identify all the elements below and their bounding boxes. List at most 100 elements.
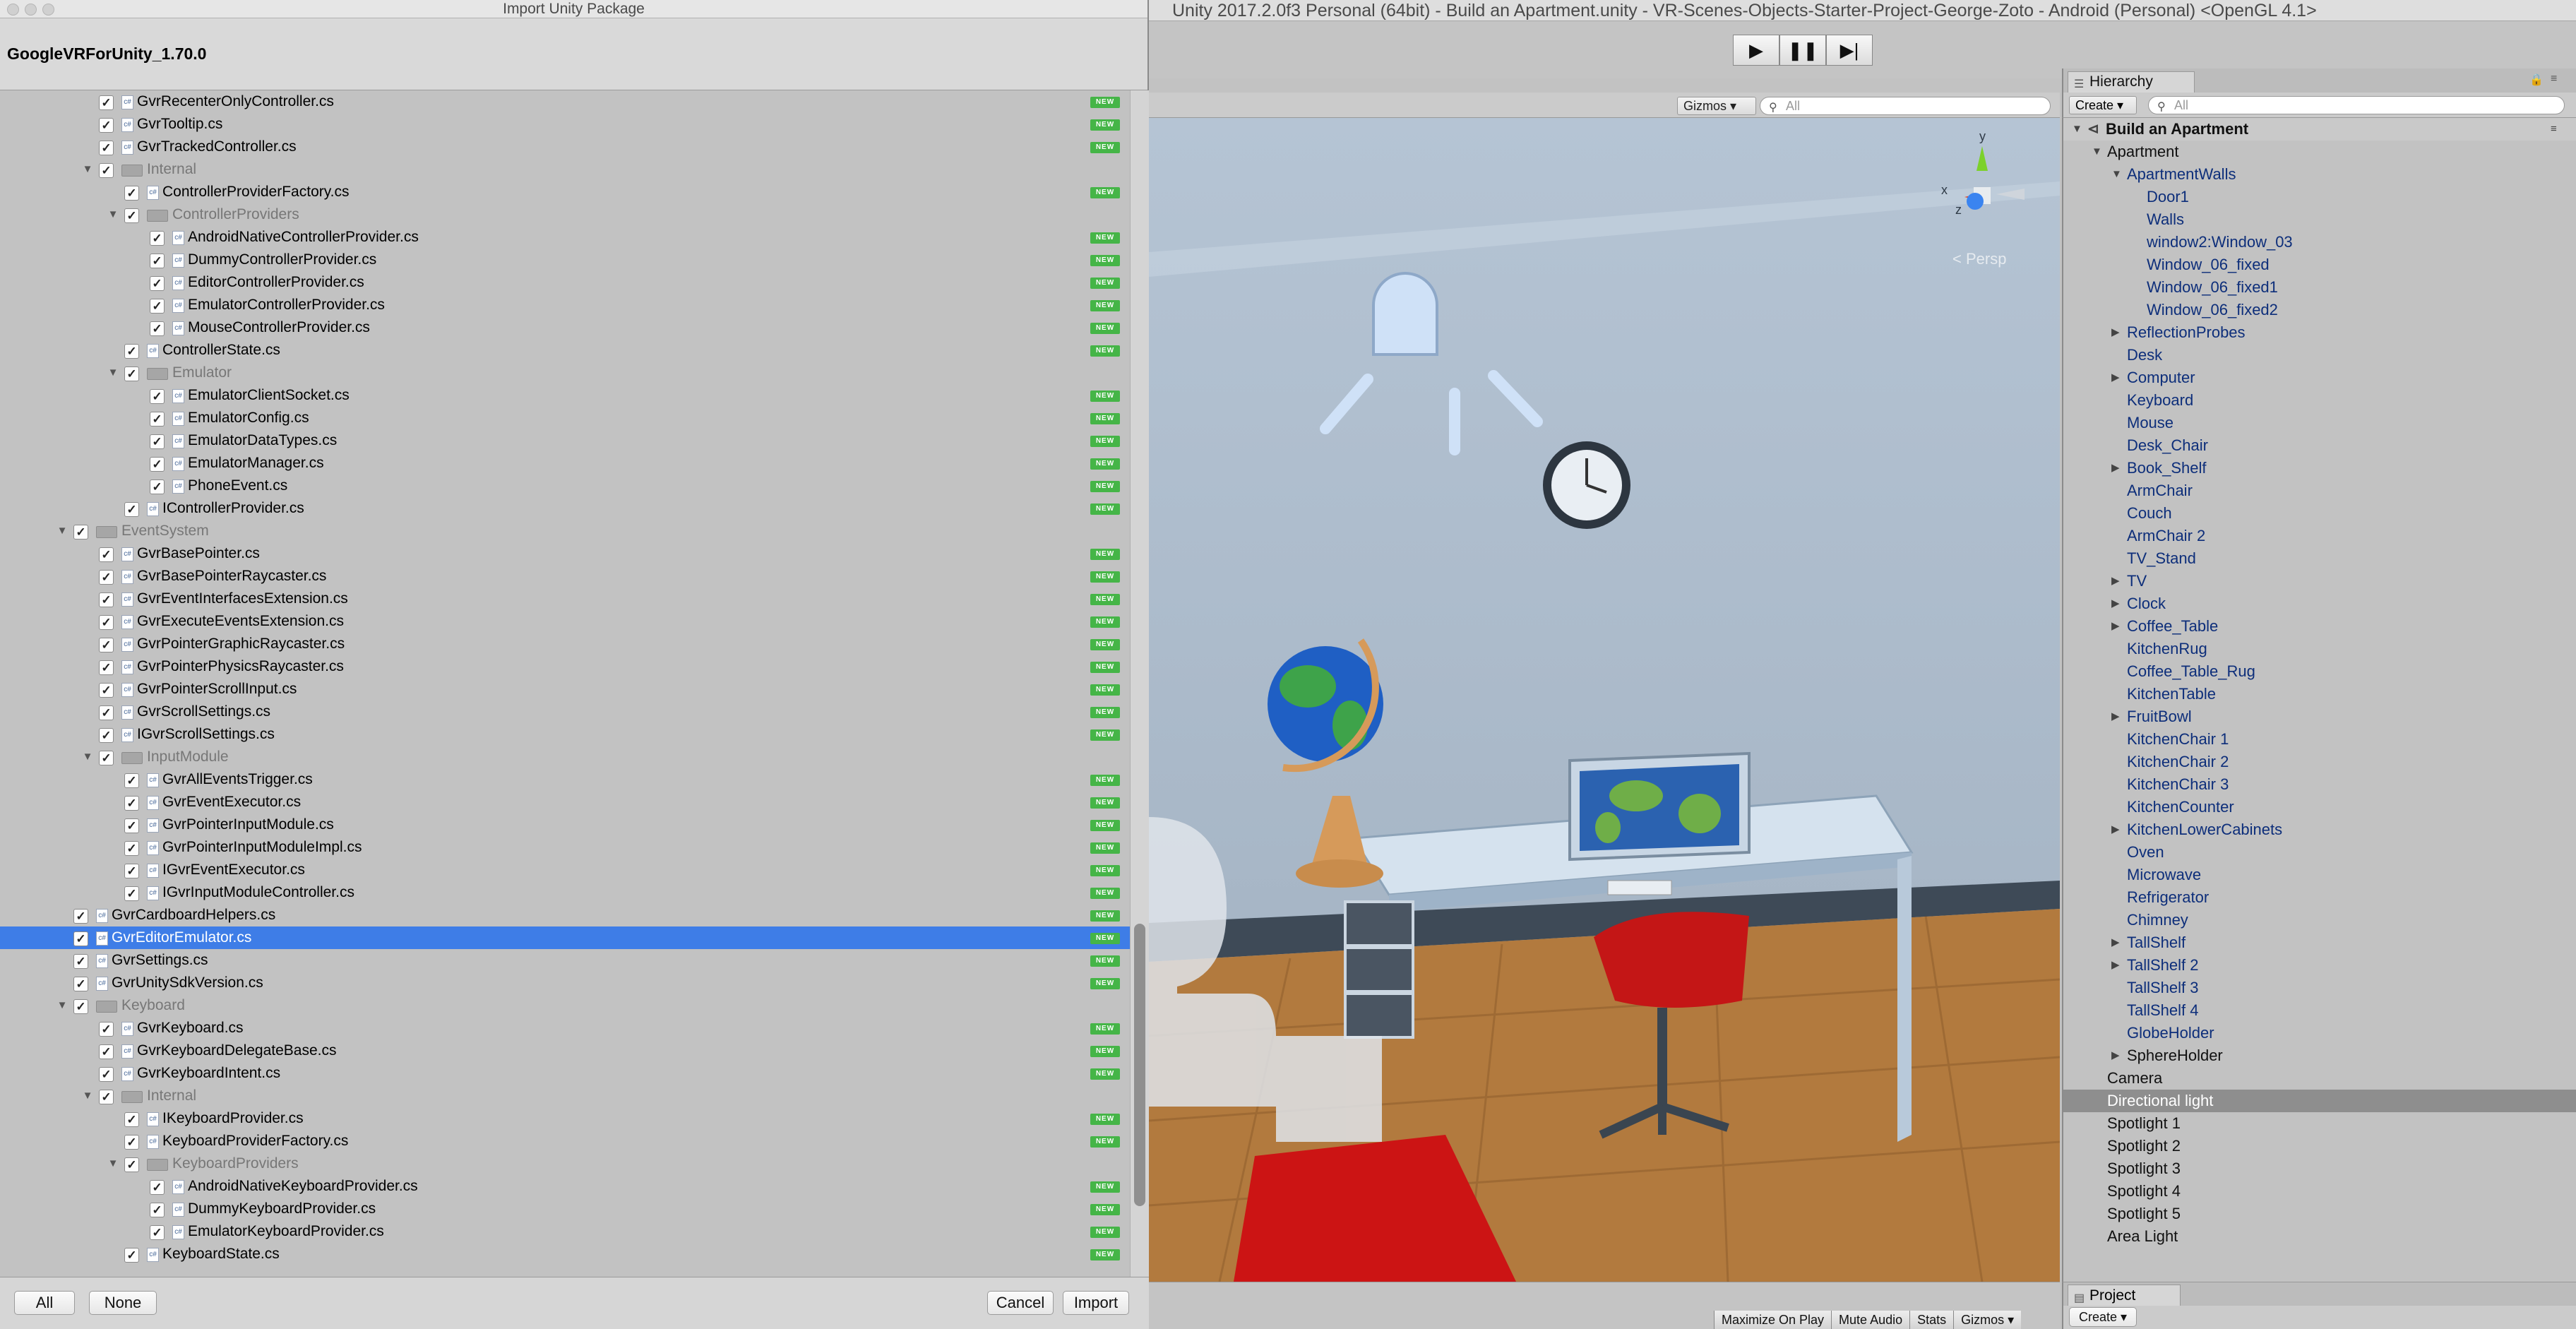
scene-gizmos-dropdown[interactable]: Gizmos ▾ (1677, 97, 1756, 115)
include-checkbox[interactable]: ✓ (99, 728, 114, 743)
hierarchy-object-row[interactable]: ▶ SphereHolder (2063, 1044, 2576, 1067)
tab-hierarchy[interactable]: ☰ Hierarchy (2068, 71, 2195, 93)
hierarchy-object-row[interactable]: KitchenRug (2063, 638, 2576, 660)
hierarchy-object-row[interactable]: Area Light (2063, 1225, 2576, 1248)
expand-arrow-icon[interactable]: ▶ (2111, 954, 2120, 977)
hierarchy-object-row[interactable]: Spotlight 3 (2063, 1157, 2576, 1180)
include-checkbox[interactable]: ✓ (124, 186, 139, 201)
include-checkbox[interactable]: ✓ (124, 366, 139, 381)
pause-button[interactable]: ❚❚ (1779, 35, 1826, 66)
play-button[interactable]: ▶ (1733, 35, 1779, 66)
minimize-window-button[interactable] (25, 4, 37, 16)
scene-search-input[interactable]: ⚲ All (1760, 97, 2051, 115)
hierarchy-object-row[interactable]: Walls (2063, 208, 2576, 231)
hierarchy-object-row[interactable]: Coffee_Table_Rug (2063, 660, 2576, 683)
include-checkbox[interactable]: ✓ (73, 909, 88, 924)
package-file-row[interactable]: ✓ c# GvrPointerScrollInput.cs NEW (0, 678, 1130, 701)
package-file-row[interactable]: ✓ c# IGvrEventExecutor.cs NEW (0, 859, 1130, 881)
hierarchy-object-row[interactable]: KitchenChair 2 (2063, 751, 2576, 773)
dialog-scrollbar-thumb[interactable] (1134, 924, 1145, 1206)
hierarchy-object-row[interactable]: ▼ ApartmentWalls (2063, 163, 2576, 186)
include-checkbox[interactable]: ✓ (150, 1180, 165, 1195)
package-file-row[interactable]: ✓ c# KeyboardState.cs NEW (0, 1243, 1130, 1265)
include-checkbox[interactable]: ✓ (150, 1203, 165, 1217)
package-file-row[interactable]: ✓ c# EmulatorDataTypes.cs NEW (0, 429, 1130, 452)
hierarchy-object-row[interactable]: Mouse (2063, 412, 2576, 434)
expand-arrow-icon[interactable]: ▼ (80, 746, 95, 768)
hierarchy-object-row[interactable]: ▶ TallShelf (2063, 931, 2576, 954)
hierarchy-object-row[interactable]: ▶ Clock (2063, 592, 2576, 615)
hierarchy-object-row[interactable]: ▶ TV (2063, 570, 2576, 592)
cancel-button[interactable]: Cancel (987, 1291, 1054, 1315)
hierarchy-object-row[interactable]: KitchenTable (2063, 683, 2576, 705)
expand-arrow-icon[interactable]: ▶ (2111, 457, 2120, 479)
hierarchy-object-row[interactable]: Refrigerator (2063, 886, 2576, 909)
package-file-row[interactable]: ✓ c# GvrEditorEmulator.cs NEW (0, 926, 1130, 949)
include-checkbox[interactable]: ✓ (99, 1022, 114, 1037)
expand-arrow-icon[interactable]: ▼ (80, 1085, 95, 1107)
hierarchy-object-row[interactable]: ▶ Book_Shelf (2063, 457, 2576, 479)
hierarchy-object-row[interactable]: Spotlight 2 (2063, 1135, 2576, 1157)
hierarchy-object-row[interactable]: Oven (2063, 841, 2576, 864)
scene-view-viewport[interactable]: y x z < Persp (1149, 118, 2060, 1282)
include-checkbox[interactable]: ✓ (73, 954, 88, 969)
package-file-row[interactable]: ✓ c# GvrBasePointerRaycaster.cs NEW (0, 565, 1130, 588)
collapse-arrow-icon[interactable]: ▼ (2092, 141, 2102, 163)
package-file-row[interactable]: ✓ c# GvrPointerGraphicRaycaster.cs NEW (0, 633, 1130, 655)
zoom-window-button[interactable] (42, 4, 54, 16)
package-file-row[interactable]: ✓ c# GvrKeyboardDelegateBase.cs NEW (0, 1039, 1130, 1062)
dialog-scrollbar[interactable] (1130, 90, 1149, 1277)
hierarchy-object-row[interactable]: TV_Stand (2063, 547, 2576, 570)
close-window-button[interactable] (7, 4, 19, 16)
package-file-row[interactable]: ✓ c# MouseControllerProvider.cs NEW (0, 316, 1130, 339)
include-checkbox[interactable]: ✓ (124, 502, 139, 517)
include-checkbox[interactable]: ✓ (99, 615, 114, 630)
hierarchy-object-row[interactable]: TallShelf 3 (2063, 977, 2576, 999)
include-checkbox[interactable]: ✓ (73, 999, 88, 1014)
include-checkbox[interactable]: ✓ (150, 254, 165, 268)
package-file-row[interactable]: ✓ c# GvrKeyboardIntent.cs NEW (0, 1062, 1130, 1085)
package-file-row[interactable]: ✓ c# GvrPointerInputModuleImpl.cs NEW (0, 836, 1130, 859)
expand-arrow-icon[interactable]: ▼ (55, 520, 69, 542)
hierarchy-object-row[interactable]: Door1 (2063, 186, 2576, 208)
package-file-row[interactable]: ✓ c# GvrEventInterfacesExtension.cs NEW (0, 588, 1130, 610)
hierarchy-object-row[interactable]: window2:Window_03 (2063, 231, 2576, 254)
expand-arrow-icon[interactable]: ▶ (2111, 321, 2120, 344)
package-folder-row[interactable]: ▼ ✓ EventSystem (0, 520, 1130, 542)
hierarchy-search-input[interactable]: ⚲ All (2148, 96, 2565, 114)
include-checkbox[interactable]: ✓ (99, 95, 114, 110)
include-checkbox[interactable]: ✓ (99, 705, 114, 720)
include-checkbox[interactable]: ✓ (99, 141, 114, 155)
include-checkbox[interactable]: ✓ (150, 231, 165, 246)
package-file-row[interactable]: ✓ c# IGvrInputModuleController.cs NEW (0, 881, 1130, 904)
collapse-arrow-icon[interactable]: ▼ (2072, 118, 2082, 141)
include-checkbox[interactable]: ✓ (124, 1112, 139, 1127)
include-checkbox[interactable]: ✓ (150, 434, 165, 449)
hierarchy-object-row[interactable]: Keyboard (2063, 389, 2576, 412)
include-checkbox[interactable]: ✓ (150, 457, 165, 472)
package-file-row[interactable]: ✓ c# EditorControllerProvider.cs NEW (0, 271, 1130, 294)
mute-audio-toggle[interactable]: Mute Audio (1831, 1311, 1910, 1329)
hierarchy-object-row[interactable]: KitchenChair 1 (2063, 728, 2576, 751)
expand-arrow-icon[interactable]: ▶ (2111, 931, 2120, 954)
package-file-row[interactable]: ✓ c# DummyControllerProvider.cs NEW (0, 249, 1130, 271)
include-checkbox[interactable]: ✓ (150, 299, 165, 314)
hierarchy-object-row[interactable]: ▶ KitchenLowerCabinets (2063, 818, 2576, 841)
package-file-row[interactable]: ✓ c# EmulatorManager.cs NEW (0, 452, 1130, 475)
hierarchy-object-row[interactable]: TallShelf 4 (2063, 999, 2576, 1022)
import-button[interactable]: Import (1063, 1291, 1129, 1315)
include-checkbox[interactable]: ✓ (99, 118, 114, 133)
package-folder-row[interactable]: ▼ ✓ Internal (0, 1085, 1130, 1107)
package-file-row[interactable]: ✓ c# EmulatorClientSocket.cs NEW (0, 384, 1130, 407)
include-checkbox[interactable]: ✓ (73, 931, 88, 946)
expand-arrow-icon[interactable]: ▼ (106, 203, 120, 226)
include-checkbox[interactable]: ✓ (150, 321, 165, 336)
include-checkbox[interactable]: ✓ (124, 841, 139, 856)
package-file-row[interactable]: ✓ c# GvrExecuteEventsExtension.cs NEW (0, 610, 1130, 633)
hierarchy-create-dropdown[interactable]: Create ▾ (2069, 96, 2137, 114)
include-checkbox[interactable]: ✓ (99, 1067, 114, 1082)
hierarchy-object-row[interactable]: KitchenChair 3 (2063, 773, 2576, 796)
hierarchy-object-row[interactable]: Window_06_fixed (2063, 254, 2576, 276)
collapse-arrow-icon[interactable]: ▼ (2111, 163, 2122, 186)
package-file-row[interactable]: ✓ c# IGvrScrollSettings.cs NEW (0, 723, 1130, 746)
